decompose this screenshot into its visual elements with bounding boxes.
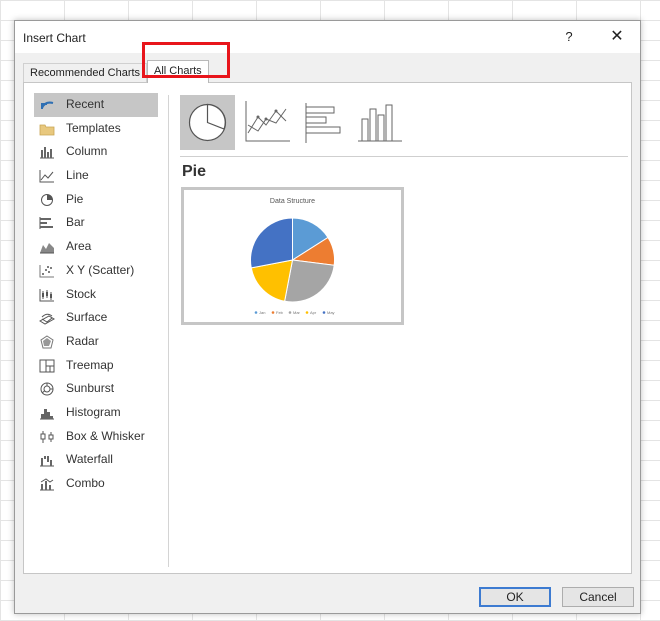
sidebar-item-label: X Y (Scatter) — [66, 262, 135, 277]
sidebar-item-column[interactable]: Column — [34, 140, 158, 164]
sidebar-item-surface[interactable]: Surface — [34, 306, 158, 330]
sidebar-item-sunburst[interactable]: Sunburst — [34, 377, 158, 401]
sidebar-item-waterfall[interactable]: Waterfall — [34, 448, 158, 472]
cancel-button[interactable]: Cancel — [562, 587, 634, 607]
sidebar-item-label: Bar — [66, 215, 85, 230]
sidebar-item-stock[interactable]: Stock — [34, 283, 158, 307]
sidebar-item-bar[interactable]: Bar — [34, 211, 158, 235]
line-chart-icon — [39, 169, 55, 183]
recent-icon — [39, 98, 55, 112]
legend-swatch — [322, 311, 326, 314]
legend-label: Apr — [310, 310, 317, 315]
legend-label: Jan — [259, 310, 265, 315]
sidebar-item-label: Area — [66, 239, 92, 254]
sidebar-item-line[interactable]: Line — [34, 164, 158, 188]
pie-slice-mar — [284, 259, 335, 303]
sidebar-item-box-whisker[interactable]: Box & Whisker — [34, 425, 158, 449]
pie-slice-may — [250, 217, 293, 269]
scatter-chart-icon — [39, 264, 55, 278]
legend-swatch — [271, 311, 275, 314]
sidebar-item-pie[interactable]: Pie — [34, 188, 158, 212]
bar-chart-icon — [39, 216, 55, 230]
chart-subtype-line-chart-icon[interactable] — [240, 95, 295, 150]
sidebar-item-templates[interactable]: Templates — [34, 117, 158, 141]
chart-category-list: Recent Templates Column Line Pie Bar Area X Y (… — [34, 93, 158, 496]
tab-recommended-charts[interactable]: Recommended Charts — [23, 63, 148, 83]
treemap-chart-icon — [39, 359, 55, 373]
sidebar-item-label: Stock — [66, 286, 97, 301]
sidebar-item-radar[interactable]: Radar — [34, 330, 158, 354]
pie-chart-preview: Data Structure Jan Feb Mar Apr May — [250, 198, 335, 315]
sidebar-item-combo[interactable]: Combo — [34, 472, 158, 496]
sidebar-item-label: Recent — [66, 97, 105, 111]
chart-preview[interactable]: Data Structure Jan Feb Mar Apr May — [181, 187, 404, 325]
sidebar-item-label: Histogram — [66, 404, 121, 419]
sidebar-item-label: Waterfall — [66, 452, 113, 467]
sidebar-item-label: Templates — [66, 120, 121, 135]
area-chart-icon — [39, 240, 55, 254]
legend-swatch — [288, 311, 292, 314]
gallery-separator — [180, 156, 628, 157]
sidebar-item-x-y-scatter[interactable]: X Y (Scatter) — [34, 259, 158, 283]
chart-subtype-column-chart-icon[interactable] — [352, 95, 407, 150]
chart-title: Data Structure — [270, 198, 315, 205]
histogram-chart-icon — [39, 406, 55, 420]
legend-label: May — [327, 310, 335, 315]
sidebar-item-area[interactable]: Area — [34, 235, 158, 259]
pie-chart-icon — [188, 103, 227, 142]
surface-chart-icon — [39, 311, 55, 325]
column-chart-icon — [358, 104, 402, 142]
highlight-annotation — [142, 42, 230, 78]
sunburst-chart-icon — [39, 382, 55, 396]
chart-type-heading: Pie — [182, 163, 207, 180]
sidebar-item-histogram[interactable]: Histogram — [34, 401, 158, 425]
sidebar-item-label: Column — [66, 144, 108, 159]
sidebar-item-recent[interactable]: Recent — [34, 93, 158, 117]
sidebar-divider — [168, 95, 169, 567]
sidebar-item-label: Pie — [66, 191, 84, 206]
sidebar-item-label: Line — [66, 168, 89, 183]
column-chart-icon — [39, 145, 55, 159]
folder-icon — [39, 122, 55, 136]
bar-chart-icon — [305, 103, 341, 143]
chart-subtype-bar-chart-icon[interactable] — [296, 95, 351, 150]
sidebar-item-label: Combo — [66, 476, 105, 490]
box-whisker-chart-icon — [39, 430, 55, 444]
waterfall-chart-icon — [39, 453, 55, 467]
sidebar-item-label: Treemap — [66, 357, 114, 372]
sidebar-item-label: Surface — [66, 310, 108, 325]
help-button[interactable]: ? — [558, 27, 580, 47]
dialog-title: Insert Chart — [23, 31, 86, 45]
combo-chart-icon — [39, 477, 55, 491]
ok-button[interactable]: OK — [479, 587, 551, 607]
sidebar-item-label: Sunburst — [66, 381, 115, 396]
tab-content-panel: Recent Templates Column Line Pie Bar Area X Y (… — [23, 82, 632, 574]
legend-swatch — [254, 311, 258, 314]
stock-chart-icon — [39, 288, 55, 302]
sidebar-item-label: Radar — [66, 333, 99, 348]
sidebar-item-treemap[interactable]: Treemap — [34, 354, 158, 378]
pie-chart-icon — [39, 193, 55, 207]
chart-subtype-pie-chart-icon[interactable] — [180, 95, 235, 150]
radar-chart-icon — [39, 335, 55, 349]
line-chart-icon — [245, 101, 290, 142]
legend-label: Mar — [293, 310, 301, 315]
close-button[interactable]: ✕ — [606, 27, 628, 47]
legend-label: Feb — [276, 310, 284, 315]
legend-swatch — [305, 311, 309, 314]
sidebar-item-label: Box & Whisker — [66, 428, 145, 443]
insert-chart-dialog: Insert Chart ? ✕ Recommended Charts All … — [14, 20, 641, 614]
dialog-titlebar: Insert Chart ? ✕ — [15, 21, 640, 53]
